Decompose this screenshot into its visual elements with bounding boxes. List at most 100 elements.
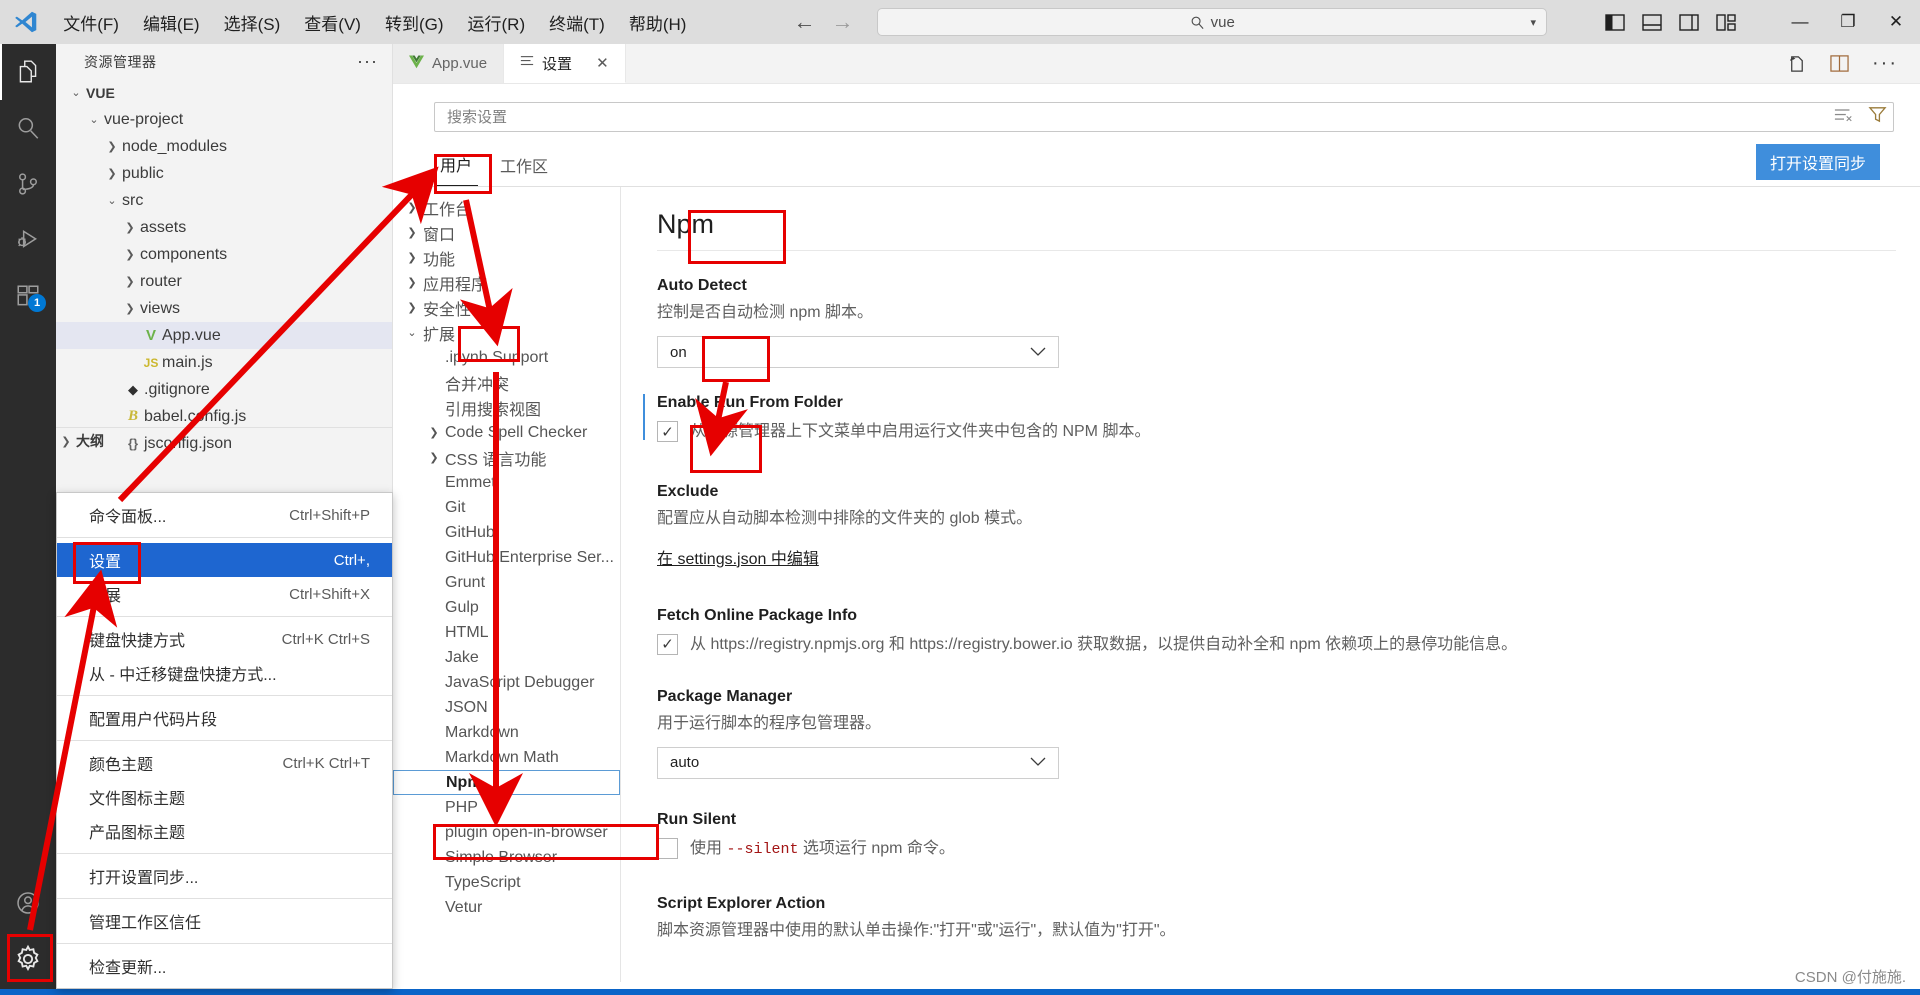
activity-explorer[interactable] <box>0 44 56 100</box>
tree-item[interactable]: ❯router <box>56 268 392 295</box>
context-menu-item[interactable]: 键盘快捷方式Ctrl+K Ctrl+S <box>57 622 392 656</box>
quick-input-bar[interactable]: vue ▾ <box>877 8 1547 36</box>
auto-detect-select[interactable]: on <box>657 336 1059 368</box>
tree-item[interactable]: ⌄VUE <box>56 79 392 106</box>
context-menu-item[interactable]: 文件图标主题 <box>57 780 392 814</box>
menu-selection[interactable]: 选择(S) <box>213 6 292 39</box>
settings-toc-item[interactable]: ❯Code Spell Checker <box>393 420 620 445</box>
settings-toc-item[interactable]: ❯工作台 <box>393 195 620 220</box>
menu-run[interactable]: 运行(R) <box>457 6 537 39</box>
settings-toc-item[interactable]: 引用搜索视图 <box>393 395 620 420</box>
package-manager-select[interactable]: auto <box>657 747 1059 779</box>
settings-toc-item[interactable]: Git <box>393 495 620 520</box>
menu-help[interactable]: 帮助(H) <box>618 6 698 39</box>
context-menu-item[interactable]: 从 - 中迁移键盘快捷方式... <box>57 656 392 690</box>
settings-toc-item[interactable]: ❯功能 <box>393 245 620 270</box>
activity-search[interactable] <box>0 100 56 156</box>
explorer-more-actions-icon[interactable]: ··· <box>357 51 378 72</box>
settings-toc-item[interactable]: Gulp <box>393 595 620 620</box>
activity-extensions[interactable]: 1 <box>0 268 56 324</box>
settings-toc-item[interactable]: ❯窗口 <box>393 220 620 245</box>
settings-toc-item[interactable]: Emmet <box>393 470 620 495</box>
tab-settings[interactable]: 设置 ✕ <box>504 44 626 83</box>
run-silent-checkbox[interactable] <box>657 838 678 859</box>
settings-toc-item[interactable]: ❯CSS 语言功能 <box>393 445 620 470</box>
tree-item[interactable]: ❯node_modules <box>56 133 392 160</box>
tree-item[interactable]: ❯assets <box>56 214 392 241</box>
context-menu-item[interactable]: 管理工作区信任 <box>57 904 392 938</box>
tree-item[interactable]: ❯Bbabel.config.js <box>56 403 392 430</box>
context-menu-item[interactable]: 打开设置同步... <box>57 859 392 893</box>
context-menu-item[interactable]: 检查更新... <box>57 949 392 983</box>
settings-toc-item[interactable]: ❯安全性 <box>393 295 620 320</box>
more-actions-icon[interactable]: ··· <box>1872 52 1898 75</box>
settings-toc-item[interactable]: .ipynb Support <box>393 345 620 370</box>
settings-toc-item[interactable]: Markdown <box>393 720 620 745</box>
clear-search-icon[interactable] <box>1834 107 1854 128</box>
toggle-panel-icon[interactable] <box>1642 14 1662 31</box>
menu-terminal[interactable]: 终端(T) <box>538 6 616 39</box>
settings-toc-item[interactable]: TypeScript <box>393 870 620 895</box>
menu-view[interactable]: 查看(V) <box>293 6 372 39</box>
tab-app-vue[interactable]: App.vue <box>393 44 504 83</box>
arrow-left-icon[interactable]: ← <box>793 11 815 33</box>
activity-run-debug[interactable] <box>0 212 56 268</box>
settings-toc-item[interactable]: HTML <box>393 620 620 645</box>
settings-toc-item[interactable]: PHP <box>393 795 620 820</box>
tree-item[interactable]: ❯views <box>56 295 392 322</box>
filter-icon[interactable] <box>1868 105 1887 129</box>
tab-workspace[interactable]: 工作区 <box>494 151 554 186</box>
tree-item[interactable]: ❯◆.gitignore <box>56 376 392 403</box>
settings-toc-item[interactable]: GitHub <box>393 520 620 545</box>
settings-toc-item[interactable]: Vetur <box>393 895 620 920</box>
search-input[interactable] <box>447 109 1834 126</box>
context-menu-item[interactable]: 产品图标主题 <box>57 814 392 848</box>
settings-toc-item[interactable]: 合并冲突 <box>393 370 620 395</box>
enable-run-from-folder-checkbox[interactable]: ✓ <box>657 421 678 442</box>
settings-toc-item[interactable]: ⌄扩展 <box>393 320 620 345</box>
context-menu-item[interactable]: 配置用户代码片段 <box>57 701 392 735</box>
tab-user[interactable]: 用户 <box>434 150 478 186</box>
activity-source-control[interactable] <box>0 156 56 212</box>
settings-toc-item[interactable]: GitHub Enterprise Ser... <box>393 545 620 570</box>
toggle-primary-sidebar-icon[interactable] <box>1605 14 1625 31</box>
activity-accounts[interactable] <box>0 875 56 931</box>
activity-manage-settings[interactable] <box>0 931 56 987</box>
split-editor-icon[interactable] <box>1829 54 1850 73</box>
fetch-online-package-info-checkbox[interactable]: ✓ <box>657 634 678 655</box>
menu-edit[interactable]: 编辑(E) <box>132 6 211 39</box>
settings-search-box[interactable] <box>434 102 1894 132</box>
arrow-right-icon[interactable]: → <box>831 11 853 33</box>
settings-toc-item[interactable]: JSON <box>393 695 620 720</box>
tree-item[interactable]: ⌄vue-project <box>56 106 392 133</box>
open-settings-sync-button[interactable]: 打开设置同步 <box>1756 144 1880 180</box>
open-changes-icon[interactable] <box>1786 53 1807 74</box>
outline-section[interactable]: ❯ 大纲 <box>56 427 392 454</box>
context-menu-item[interactable]: 设置Ctrl+, <box>57 543 392 577</box>
close-icon[interactable]: ✕ <box>596 54 609 72</box>
settings-toc-item[interactable]: Jake <box>393 645 620 670</box>
context-menu-item[interactable]: 命令面板...Ctrl+Shift+P <box>57 498 392 532</box>
edit-in-settings-json-link[interactable]: 在 settings.json 中编辑 <box>657 531 819 569</box>
settings-toc-item[interactable]: Npm <box>393 770 620 795</box>
tree-item[interactable]: ❯JSmain.js <box>56 349 392 376</box>
settings-toc-item[interactable]: ❯应用程序 <box>393 270 620 295</box>
tree-item[interactable]: ❯public <box>56 160 392 187</box>
settings-toc-item[interactable]: Simple Browser <box>393 845 620 870</box>
settings-toc-item[interactable]: JavaScript Debugger <box>393 670 620 695</box>
toggle-secondary-sidebar-icon[interactable] <box>1679 14 1699 31</box>
settings-toc-item[interactable]: plugin open-in-browser <box>393 820 620 845</box>
tree-item[interactable]: ❯components <box>56 241 392 268</box>
context-menu-item[interactable]: 颜色主题Ctrl+K Ctrl+T <box>57 746 392 780</box>
customize-layout-icon[interactable] <box>1716 14 1736 31</box>
restore-button[interactable]: ❐ <box>1824 0 1872 44</box>
chevron-down-icon[interactable]: ▾ <box>1530 16 1536 29</box>
minimize-button[interactable]: — <box>1776 0 1824 44</box>
settings-toc-item[interactable]: Grunt <box>393 570 620 595</box>
settings-toc-item[interactable]: Markdown Math <box>393 745 620 770</box>
menu-file[interactable]: 文件(F) <box>52 6 130 39</box>
tree-item[interactable]: ⌄src <box>56 187 392 214</box>
context-menu-item[interactable]: 扩展Ctrl+Shift+X <box>57 577 392 611</box>
close-button[interactable]: ✕ <box>1872 0 1920 44</box>
menu-go[interactable]: 转到(G) <box>374 6 455 39</box>
